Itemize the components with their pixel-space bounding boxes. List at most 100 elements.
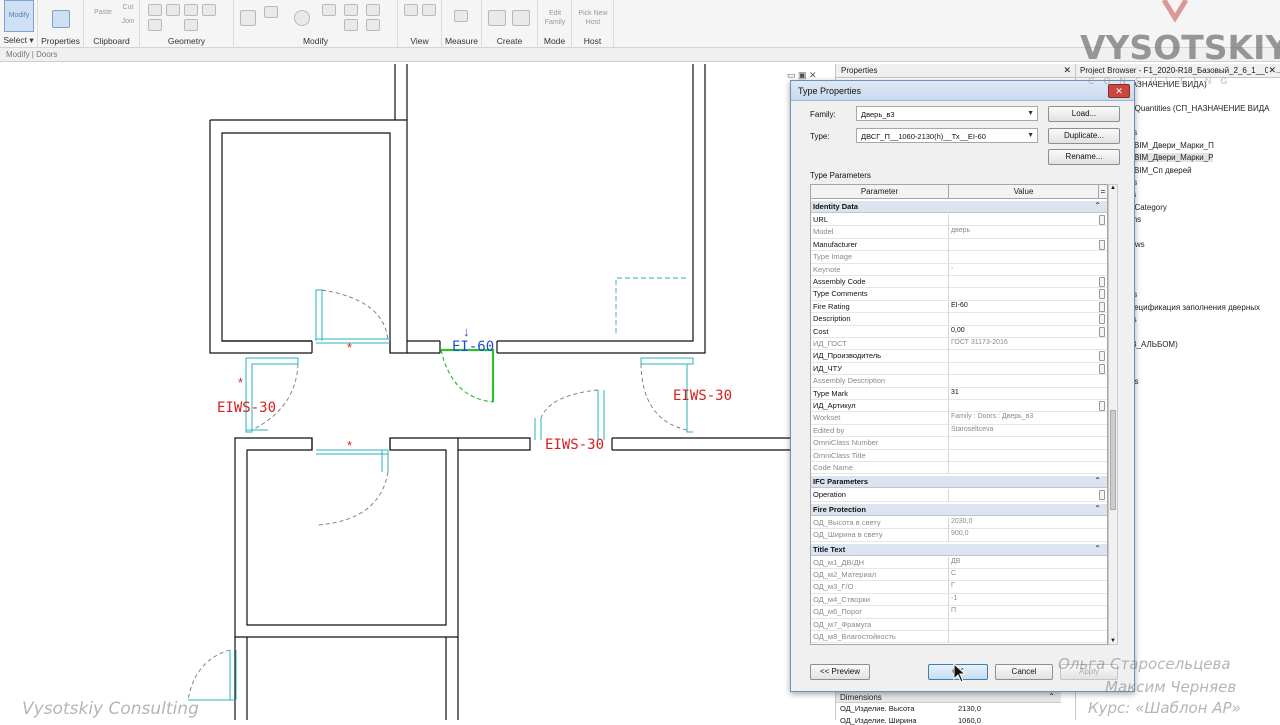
- associate-parameter-button[interactable]: [1099, 289, 1105, 300]
- parameter-value[interactable]: -: [951, 265, 953, 272]
- preview-button[interactable]: << Preview: [810, 664, 870, 680]
- browser-tree-item[interactable]: Спецификация заполнения дверных: [1124, 303, 1260, 312]
- parameter-group-header[interactable]: Identity Data ⌃: [811, 201, 1107, 213]
- parameter-row[interactable]: Type Mark 31: [811, 387, 1107, 400]
- browser-tree-item[interactable]: es/Quantities (СП_НАЗНАЧЕНИЕ ВИДА: [1124, 104, 1270, 113]
- parameter-row[interactable]: OmniClass Number: [811, 437, 1107, 450]
- join-geometry-icon[interactable]: [184, 4, 198, 16]
- associate-parameter-button[interactable]: [1099, 326, 1105, 337]
- door-tag-ei60[interactable]: EI-60: [452, 339, 494, 355]
- create-group-icon[interactable]: [488, 10, 506, 26]
- properties-icon[interactable]: [52, 10, 70, 28]
- parameter-group-header[interactable]: IFC Parameters ⌃: [811, 476, 1107, 489]
- parameter-row[interactable]: Model дверь: [811, 226, 1107, 239]
- drawing-area[interactable]: ↓ EI-60 EIWS-30 EIWS-30 EIWS-30 * * *: [0, 62, 795, 720]
- value-column-header[interactable]: Value: [949, 185, 1099, 199]
- door-tag-eiws30-corridor[interactable]: EIWS-30: [545, 437, 604, 453]
- parameter-value[interactable]: Г: [951, 582, 955, 589]
- copy-icon[interactable]: [264, 6, 278, 18]
- cancel-button[interactable]: Cancel: [995, 664, 1053, 680]
- parameter-value[interactable]: 2030,0: [951, 518, 972, 525]
- load-button[interactable]: Load...: [1048, 106, 1120, 122]
- parameter-value[interactable]: -1: [951, 595, 957, 602]
- parameter-row[interactable]: Fire Rating EI-60: [811, 300, 1107, 314]
- associate-parameter-button[interactable]: [1099, 277, 1105, 287]
- parameter-group-header[interactable]: Title Text ⌃: [811, 543, 1107, 556]
- override-icon[interactable]: [422, 4, 436, 16]
- parameter-row[interactable]: Description: [811, 313, 1107, 326]
- parameter-row[interactable]: ОД_м8_Влагостойкость: [811, 631, 1107, 644]
- wall-joins-icon[interactable]: [148, 19, 162, 31]
- edit-family-button[interactable]: Edit Family: [540, 9, 570, 27]
- rotate-icon[interactable]: [294, 10, 310, 26]
- parameter-row[interactable]: Workset Family : Doors : Дверь_в3: [811, 412, 1107, 425]
- grid-scrollbar[interactable]: ▲ ▼: [1108, 184, 1118, 645]
- parameter-row[interactable]: ИД_Производитель: [811, 350, 1107, 363]
- scale-icon[interactable]: [366, 19, 380, 31]
- cope-icon[interactable]: [148, 4, 162, 16]
- door-tag-eiws30-right[interactable]: EIWS-30: [673, 388, 732, 404]
- collapse-icon[interactable]: ⌃: [1094, 504, 1101, 513]
- properties-button[interactable]: Properties: [38, 36, 83, 46]
- parameter-row[interactable]: Type Image: [811, 251, 1107, 264]
- associate-parameter-button[interactable]: [1099, 215, 1105, 225]
- mirror-icon[interactable]: [366, 4, 380, 16]
- pick-new-host-button[interactable]: Pick New Host: [574, 9, 612, 27]
- close-button[interactable]: ✕: [1108, 84, 1130, 98]
- scroll-down-icon[interactable]: ▼: [1109, 638, 1117, 644]
- parameter-row[interactable]: ОД_м2_Материал С: [811, 569, 1107, 582]
- family-select[interactable]: Дверь_в3 ▼: [856, 106, 1038, 121]
- paste-button[interactable]: Paste: [92, 8, 114, 17]
- parameter-value[interactable]: ДВ: [951, 558, 960, 565]
- type-parameters-grid[interactable]: Parameter Value = Identity Data ⌃ URL Model…: [810, 184, 1108, 645]
- parameter-value[interactable]: дверь: [951, 227, 970, 234]
- parameter-row[interactable]: ИД_ГОСТ ГОСТ 31173-2016: [811, 338, 1107, 351]
- collapse-icon[interactable]: ⌃: [1094, 544, 1101, 553]
- selected-door[interactable]: [440, 348, 495, 403]
- associate-parameter-button[interactable]: [1099, 363, 1105, 374]
- door-tag-eiws30-left[interactable]: EIWS-30: [217, 400, 276, 416]
- associate-parameter-button[interactable]: [1099, 314, 1105, 325]
- associate-parameter-button[interactable]: [1099, 301, 1105, 312]
- parameter-value[interactable]: С: [951, 570, 956, 577]
- associate-parameter-button[interactable]: [1099, 239, 1105, 250]
- parameter-row[interactable]: Keynote -: [811, 263, 1107, 276]
- parameter-row[interactable]: Cost 0,00: [811, 325, 1107, 338]
- browser-tree-item[interactable]: BIM_Двери_Марки_П: [1134, 141, 1214, 150]
- parameter-value[interactable]: ГОСТ 31173-2016: [951, 339, 1008, 346]
- parameter-row[interactable]: ИД_ЧТУ: [811, 362, 1107, 376]
- close-icon[interactable]: ✕: [1063, 65, 1071, 76]
- associate-parameter-button[interactable]: [1099, 351, 1105, 362]
- parameter-row[interactable]: ОД_м6_Порог П: [811, 606, 1107, 619]
- collapse-icon[interactable]: ⌃: [1048, 692, 1055, 701]
- parameter-row[interactable]: Type Comments: [811, 288, 1107, 301]
- collapse-icon[interactable]: ⌃: [1094, 201, 1101, 210]
- associate-parameter-button[interactable]: [1099, 401, 1105, 411]
- collapse-icon[interactable]: ⌃: [1094, 476, 1101, 485]
- browser-tree-item[interactable]: BIM_Сп дверей: [1134, 166, 1192, 175]
- paint-icon[interactable]: [184, 19, 198, 31]
- measure-icon[interactable]: [454, 10, 468, 22]
- select-dropdown[interactable]: Select ▾: [0, 35, 37, 46]
- parameter-row[interactable]: ИД_Артикул: [811, 400, 1107, 413]
- scroll-up-icon[interactable]: ▲: [1109, 185, 1117, 191]
- parameter-row[interactable]: Assembly Code: [811, 276, 1107, 289]
- parameter-row[interactable]: ОД_Ширина в свету 900,0: [811, 529, 1107, 542]
- scroll-thumb[interactable]: [1110, 410, 1116, 510]
- parameter-row[interactable]: Edited by Staroseltceva: [811, 424, 1107, 438]
- parameter-row[interactable]: URL: [811, 214, 1107, 227]
- associate-parameter-button[interactable]: [1099, 490, 1105, 501]
- parameter-row[interactable]: ОД_м3_Г/О Г: [811, 581, 1107, 594]
- cut-button[interactable]: Cut: [118, 3, 138, 12]
- offset-icon[interactable]: [344, 4, 358, 16]
- parameter-value[interactable]: Family : Doors : Дверь_в3: [951, 413, 1033, 420]
- join-button[interactable]: Join: [118, 17, 138, 26]
- parameter-row[interactable]: ОД_м4_Створки -1: [811, 593, 1107, 607]
- move-icon[interactable]: [240, 10, 256, 26]
- create-similar-icon[interactable]: [512, 10, 530, 26]
- parameter-row[interactable]: ОД_м1_ДВ/ДН ДВ: [811, 556, 1107, 569]
- array-icon[interactable]: [344, 19, 358, 31]
- rename-button[interactable]: Rename...: [1048, 149, 1120, 165]
- parameter-value[interactable]: Staroseltceva: [951, 426, 993, 433]
- parameter-row[interactable]: Code Name: [811, 462, 1107, 475]
